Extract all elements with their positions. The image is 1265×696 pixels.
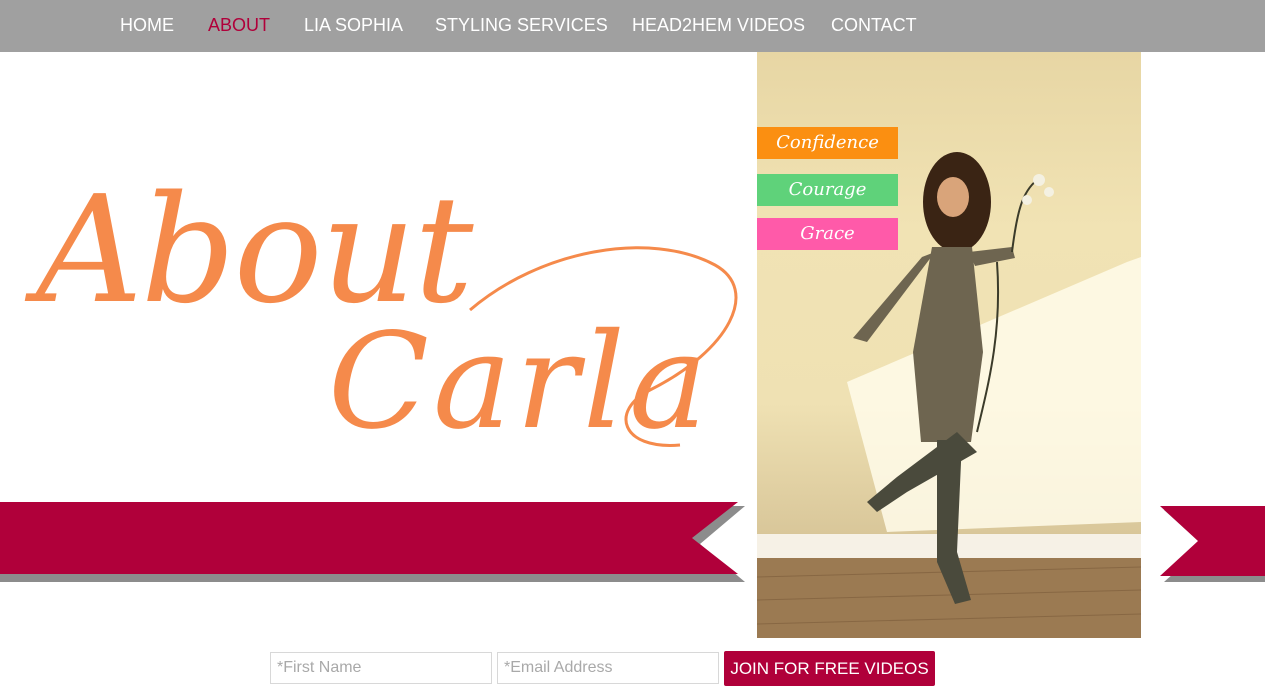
tag-courage: Courage bbox=[757, 174, 898, 206]
nav-lia-sophia[interactable]: LIA SOPHIA bbox=[304, 14, 403, 36]
join-free-videos-button[interactable]: JOIN FOR FREE VIDEOS bbox=[724, 651, 935, 686]
tag-courage-label: Courage bbox=[788, 179, 867, 200]
first-name-input[interactable] bbox=[270, 652, 492, 684]
top-nav: HOME ABOUT LIA SOPHIA STYLING SERVICES H… bbox=[0, 0, 1265, 52]
ribbon-banner-right bbox=[1160, 506, 1265, 582]
nav-head2hem-videos[interactable]: HEAD2HEM VIDEOS bbox=[632, 14, 805, 36]
ribbon-banner-left bbox=[0, 502, 745, 582]
nav-home[interactable]: HOME bbox=[120, 14, 174, 36]
tag-confidence: Confidence bbox=[757, 127, 898, 159]
nav-about[interactable]: ABOUT bbox=[208, 14, 270, 36]
carla-photo: Confidence Courage Grace bbox=[757, 52, 1141, 638]
email-address-input[interactable] bbox=[497, 652, 719, 684]
tag-grace: Grace bbox=[757, 218, 898, 250]
headline-name: Carla bbox=[328, 305, 712, 459]
nav-contact[interactable]: CONTACT bbox=[831, 14, 917, 36]
page: HOME ABOUT LIA SOPHIA STYLING SERVICES H… bbox=[0, 0, 1265, 696]
nav-styling-services[interactable]: STYLING SERVICES bbox=[435, 14, 608, 36]
tag-grace-label: Grace bbox=[800, 223, 855, 244]
tag-confidence-label: Confidence bbox=[776, 132, 879, 153]
